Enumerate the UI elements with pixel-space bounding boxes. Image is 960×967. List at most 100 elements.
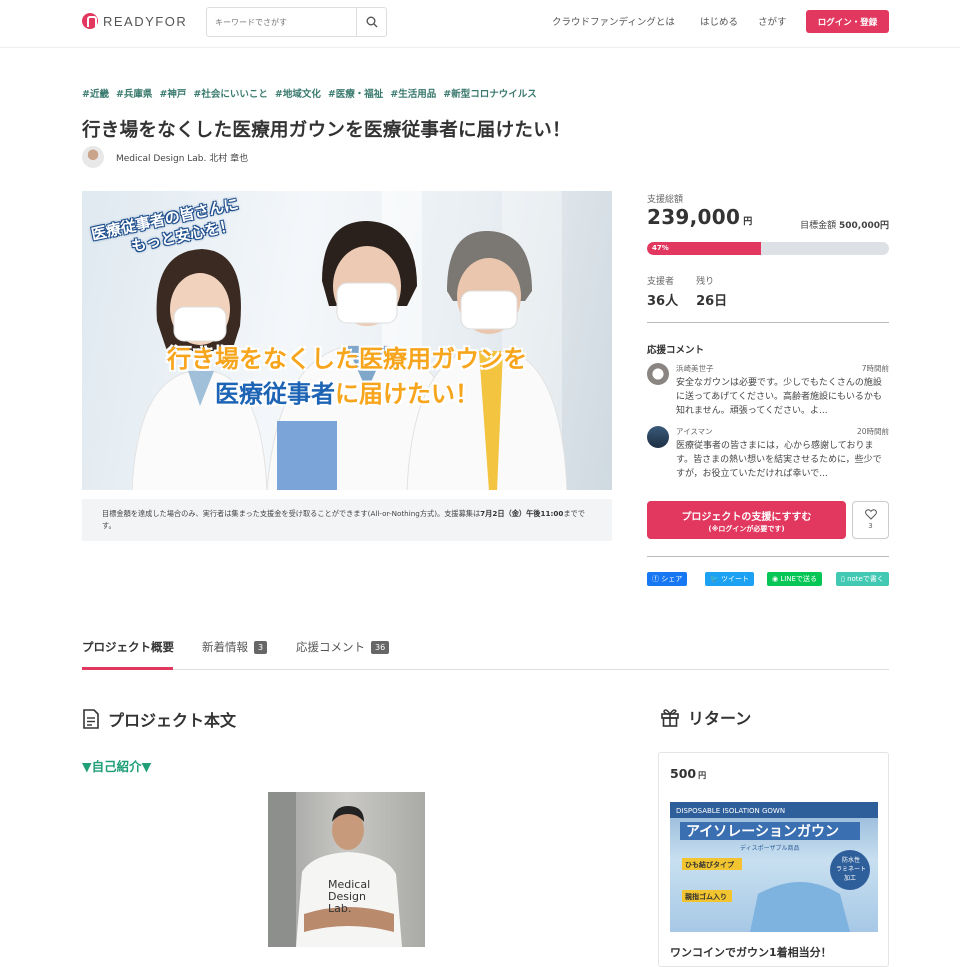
tab-overview[interactable]: プロジェクト概要 [82,639,174,655]
comment-text: 安全なガウンは必要です。少しでもたくさんの施設に送ってあげてください。高齢者施設… [676,378,882,416]
project-body-heading: プロジェクト本文 [82,707,236,731]
package-text: ひも結びタイプ [685,860,735,869]
package-text: DISPOSABLE ISOLATION GOWN [676,807,785,815]
note-share-button[interactable]: ▯ noteで書く [836,572,889,586]
package-text: 親指ゴム入り [685,892,727,901]
owner-portrait: Medical Design Lab. [268,792,402,947]
search-button[interactable] [356,8,386,36]
package-text: 防水性 [842,856,860,864]
reward-card[interactable]: 500 円 DISPOSABLE ISOLATION GOWN アイソレーションガ… [658,752,889,967]
project-title: 行き場をなくした医療用ガウンを医療従事者に届けたい！ [82,120,571,141]
nav-start[interactable]: はじめる [700,14,738,28]
progress-bar: 47% [647,242,889,255]
supporters-value: 36人 [647,294,679,309]
supporters-stat: 支援者 36人 [647,274,678,309]
nav-explore[interactable]: さがす [758,14,787,28]
reward-price: 500 円 [670,766,706,781]
hero-headline-emphasis: 医療従事者 [215,380,335,408]
share-label: ツイート [720,575,749,583]
reward-title: ワンコインでガウン1着相当分！ [670,946,832,959]
intro-heading: ▼自己紹介▼ [82,759,152,774]
yen-unit: 円 [743,217,753,227]
share-label: シェア [661,575,683,583]
owner-name: Medical Design Lab. 北村 章也 [116,153,249,164]
yen-unit: 円 [698,771,707,780]
tab-count-badge: 3 [254,640,268,654]
tag-link[interactable]: #新型コロナウイルス [443,86,536,100]
share-label: noteで書く [847,575,884,583]
gift-icon [661,709,679,727]
project-hero-image: 医療従事者の皆さんに もっと安心を！ 行き場をなくした医療用ガウンを 医療従事者… [82,191,612,490]
commenter-name: アイスマン [676,427,713,436]
commenter-avatar [647,363,669,385]
hero-headline-rest: に届けたい！ [335,380,479,408]
project-tabs: プロジェクト概要 新着情報 3 応援コメント 36 [82,637,889,670]
tab-label: プロジェクト概要 [82,640,174,654]
total-label: 支援総額 [647,195,684,205]
tag-link[interactable]: #社会にいいこと [193,86,267,100]
tab-label: 新着情報 [202,640,248,654]
login-button[interactable]: ログイン・登録 [806,10,889,33]
tab-label: 応援コメント [296,640,365,654]
notice-deadline: 7月2日（金）午後11:00 [480,509,564,518]
tag-link[interactable]: #兵庫県 [116,86,152,100]
remaining-stat: 残り 26日 [696,274,727,309]
hero-headline-line1: 行き場をなくした医療用ガウンを [167,345,527,373]
tab-count-badge: 36 [371,640,390,654]
tab-comments[interactable]: 応援コメント 36 [296,639,390,655]
commenter-avatar [647,426,669,448]
goal-label: 目標金額 [800,221,837,231]
nav-about[interactable]: クラウドファンディングとは [552,14,675,28]
returns-heading: リターン [660,705,751,729]
total-value: 239,000 [647,205,741,229]
funding-stats: 支援者 36人 残り 26日 [647,274,727,309]
goal-amount: 目標金額 500,000円 [800,218,889,231]
readyfor-logo[interactable]: READYFOR [82,13,187,29]
owner-avatar [82,146,104,168]
reward-price-value: 500 [670,766,697,781]
goal-value: 500,000円 [839,221,889,231]
package-text: ラミネート [836,866,866,873]
comments-title: 応援コメント [647,345,705,356]
tag-link[interactable]: #近畿 [82,86,109,100]
hero-headline-line2: 医療従事者に届けたい！ [82,374,612,409]
notice-text: 目標金額を達成した場合のみ、実行者は集まった支援金を受け取ることができます(Al… [102,509,481,518]
line-share-button[interactable]: ◉ LINEで送る [767,572,822,586]
favorite-count: 3 [868,522,873,530]
owner-photo: Medical Design Lab. [268,792,425,947]
support-button-note: (※ログインが必要です) [708,525,785,533]
logo-mark-icon [82,13,98,29]
comment-time: 7時間前 [861,364,889,373]
gown-package-image: DISPOSABLE ISOLATION GOWN アイソレーションガウン ディ… [670,802,878,932]
search-box [206,7,387,37]
favorite-button[interactable]: 3 [852,501,889,539]
logo-text: READYFOR [103,13,188,29]
reward-image: DISPOSABLE ISOLATION GOWN アイソレーションガウン ディ… [670,802,878,932]
commenter-name: 浜崎美世子 [676,364,714,373]
progress-fill: 47% [647,242,761,255]
divider [647,556,889,557]
tag-link[interactable]: #地域文化 [275,86,321,100]
package-text: 加工 [844,874,856,882]
shirt-text: Lab. [328,902,351,915]
search-input[interactable] [215,14,355,30]
facebook-share-button[interactable]: ⓕ シェア [647,572,688,586]
remaining-label: 残り [696,277,715,287]
site-header: READYFOR クラウドファンディングとは はじめる さがす ログイン・登録 [0,0,960,48]
share-label: LINEで送る [780,575,817,583]
section-title: リターン [688,709,752,728]
twitter-share-button[interactable]: 🐦 ツイート [705,572,754,586]
package-text: ディスポーザブル商品 [740,844,799,852]
remaining-value: 26日 [696,294,728,309]
tab-updates[interactable]: 新着情報 3 [202,639,268,655]
comment-text: 医療従事者の皆さまには，心から感謝しております。皆さまの熱い想いを結実させるため… [676,441,882,479]
funding-sidebar: 支援総額 239,000 円 目標金額 500,000円 47% 支援者 36人 残… [647,192,889,586]
support-project-button[interactable]: プロジェクトの支援にすすむ (※ログインが必要です) [647,501,846,539]
search-icon [366,16,377,28]
tag-link[interactable]: #生活用品 [390,86,436,100]
tag-link[interactable]: #医療・福祉 [328,86,383,100]
comment-time: 20時間前 [856,427,889,436]
project-owner[interactable]: Medical Design Lab. 北村 章也 [82,146,248,168]
support-button-label: プロジェクトの支援にすすむ [681,512,812,523]
tag-link[interactable]: #神戸 [159,86,186,100]
